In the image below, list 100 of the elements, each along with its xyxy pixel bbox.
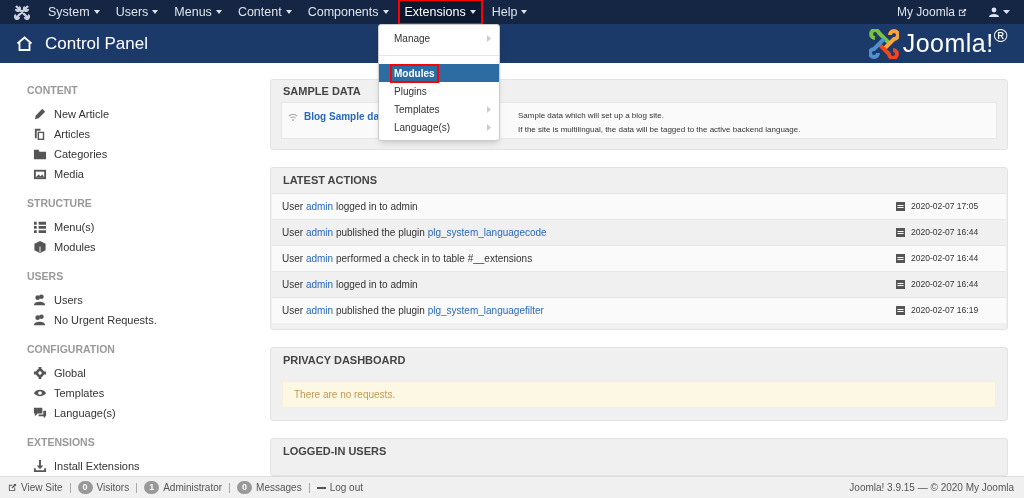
description-text: Sample data which will set up a blog site.: [518, 110, 665, 122]
calendar-icon: [896, 202, 905, 211]
action-link[interactable]: plg_system_languagefilter: [427, 305, 544, 316]
panel-title: SAMPLE DATA: [283, 83, 361, 99]
section-heading: CONFIGURATION: [27, 341, 116, 357]
cube-icon: [33, 240, 47, 254]
sidebar-link[interactable]: Language(s): [27, 403, 270, 423]
caret-icon: [521, 10, 528, 14]
action-text: User admin published the plugin plg_system_languagecode: [282, 226, 547, 240]
notice-message: There are no requests.: [282, 381, 996, 408]
dropdown-item[interactable]: Plugins: [379, 82, 499, 100]
page-title: Control Panel: [45, 32, 148, 55]
panel-title: PRIVACY DASHBOARD: [283, 353, 406, 369]
action-link[interactable]: admin: [305, 201, 334, 212]
dropdown-item[interactable]: Modules: [379, 64, 499, 82]
menu-item[interactable]: Users: [110, 1, 164, 23]
joomla-logo-icon: [868, 28, 899, 59]
sample-data-link[interactable]: Blog Sample da: [304, 109, 379, 124]
dropdown-item[interactable]: Templates: [379, 100, 499, 118]
external-link-icon: [8, 483, 17, 492]
download-icon: [33, 459, 47, 473]
copyright-text: Joomla! 3.9.15 — © 2020 My Joomla: [849, 481, 1014, 495]
sidebar-link[interactable]: Media: [27, 164, 270, 184]
logout-link[interactable]: Log out: [316, 480, 364, 495]
sidebar-link[interactable]: Install Extensions: [27, 456, 270, 476]
badge-label: Administrator: [163, 481, 223, 495]
home-icon: [16, 36, 33, 51]
caret-icon: [1003, 10, 1010, 14]
dropdown-item[interactable]: Language(s): [379, 118, 499, 136]
caret-icon: [215, 10, 222, 14]
badge-label: Messages: [256, 481, 302, 495]
menu-item[interactable]: Extensions: [399, 1, 481, 23]
menu-item[interactable]: Help: [486, 1, 533, 23]
caret-icon: [93, 10, 100, 14]
sidebar-link[interactable]: No Urgent Requests.: [27, 310, 270, 330]
badge-label: Visitors: [96, 481, 130, 495]
joomla-logo-text: Joomla!$^{®}$: [902, 24, 1008, 59]
user-menu-button[interactable]: [989, 7, 1010, 17]
action-date: 2020-02-07 16:19: [911, 304, 980, 317]
submenu-arrow-icon: [487, 123, 491, 131]
pencil-icon: [33, 107, 47, 121]
action-date: 2020-02-07 16:44: [911, 226, 980, 239]
image-icon: [33, 167, 47, 181]
caret-icon: [152, 10, 159, 14]
sidebar-link[interactable]: Global: [27, 363, 270, 383]
comments-icon: [33, 406, 47, 420]
submenu-arrow-icon: [487, 34, 491, 42]
user-icon: [989, 7, 999, 17]
settings-icon: [33, 366, 47, 380]
sidebar-link[interactable]: Templates: [27, 383, 270, 403]
wifi-icon: [288, 112, 298, 121]
action-link[interactable]: admin: [305, 279, 334, 290]
action-link[interactable]: admin: [305, 227, 334, 238]
menu-item[interactable]: System: [43, 1, 105, 23]
panel-title: LOGGED-IN USERS: [283, 444, 387, 460]
section-heading: STRUCTURE: [27, 195, 93, 211]
action-text: User admin published the plugin plg_system_languagefilter: [282, 304, 544, 318]
calendar-icon: [896, 306, 905, 315]
minus-icon: [316, 486, 326, 489]
action-link[interactable]: admin: [305, 253, 334, 264]
sidebar-link[interactable]: Modules: [27, 237, 270, 257]
caret-icon: [382, 10, 389, 14]
section-heading: USERS: [27, 268, 65, 284]
section-heading: EXTENSIONS: [27, 434, 96, 450]
count-badge: 1: [144, 481, 160, 494]
count-badge: 0: [77, 481, 93, 494]
description-text: If the site is multilingual, the data will be tagged to the active backend language.: [518, 124, 801, 136]
sidebar-link[interactable]: Menu(s): [27, 217, 270, 237]
count-badge: 0: [237, 481, 253, 494]
menu-item[interactable]: Components: [302, 1, 394, 23]
users-icon: [33, 293, 47, 307]
site-link[interactable]: My Joomla: [897, 3, 967, 21]
action-link[interactable]: plg_system_languagecode: [427, 227, 547, 238]
section-heading: CONTENT: [27, 82, 79, 98]
folder-icon: [33, 147, 47, 161]
action-text: User admin logged in to admin: [282, 278, 418, 292]
sidebar-link[interactable]: Articles: [27, 124, 270, 144]
dropdown-item[interactable]: Manage: [379, 29, 499, 47]
action-link[interactable]: admin: [305, 305, 334, 316]
calendar-icon: [896, 228, 905, 237]
caret-icon: [469, 10, 476, 14]
menu-item[interactable]: Content: [232, 1, 297, 23]
view-site-link[interactable]: View Site: [8, 480, 63, 495]
menu-item[interactable]: Menus: [169, 1, 227, 23]
copy-icon: [33, 127, 47, 141]
panel-title: LATEST ACTIONS: [283, 173, 378, 189]
action-date: 2020-02-07 17:05: [911, 200, 980, 213]
action-date: 2020-02-07 16:44: [911, 278, 980, 291]
external-link-icon: [958, 7, 967, 17]
joomla-icon[interactable]: [14, 4, 30, 20]
action-text: User admin performed a check in to table #__extensions: [282, 252, 533, 266]
list-icon: [33, 220, 47, 234]
sidebar-link[interactable]: Users: [27, 290, 270, 310]
submenu-arrow-icon: [487, 105, 491, 113]
action-date: 2020-02-07 16:44: [911, 252, 980, 265]
action-text: User admin logged in to admin: [282, 200, 418, 214]
calendar-icon: [896, 254, 905, 263]
caret-icon: [285, 10, 292, 14]
sidebar-link[interactable]: Categories: [27, 144, 270, 164]
sidebar-link[interactable]: New Article: [27, 104, 270, 124]
